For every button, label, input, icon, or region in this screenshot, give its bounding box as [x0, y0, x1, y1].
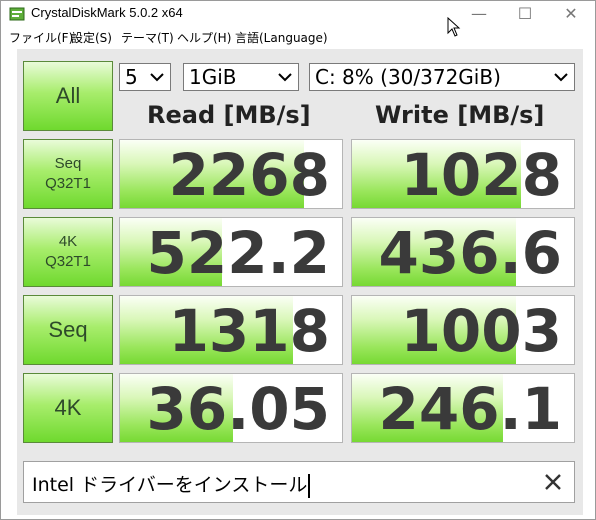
test-label-line1: Seq: [54, 155, 82, 172]
read-value: 2268: [168, 141, 330, 209]
run-all-button[interactable]: All: [23, 61, 113, 131]
menu-bar: ファイル(F) 設定(S) テーマ(T) ヘルプ(H) 言語(Language): [1, 27, 595, 47]
title-bar[interactable]: CrystalDiskMark 5.0.2 x64 — ☐ ✕: [1, 1, 595, 27]
read-value: 1318: [168, 297, 330, 365]
test-seq-q32t1-button[interactable]: Seq Q32T1: [23, 139, 113, 209]
test-label-line1: Seq: [48, 317, 88, 342]
comment-text-wrap: Intel ドライバーをインストール: [32, 470, 311, 498]
menu-language[interactable]: 言語(Language): [235, 29, 328, 46]
write-result-4k: 246.1: [351, 373, 575, 443]
size-value: 1GiB: [189, 65, 237, 89]
maximize-button[interactable]: ☐: [503, 1, 547, 27]
chevron-down-icon: [278, 73, 292, 82]
run-all-label: All: [55, 83, 81, 108]
clear-icon[interactable]: [542, 471, 564, 493]
read-value: 522.2: [146, 219, 330, 287]
chevron-down-icon: [150, 73, 164, 82]
test-4k-q32t1-button[interactable]: 4K Q32T1: [23, 217, 113, 287]
chevron-down-icon: [554, 73, 568, 82]
read-result-4k: 36.05: [119, 373, 343, 443]
app-icon: [9, 7, 25, 21]
drive-select[interactable]: C: 8% (30/372GiB): [309, 63, 575, 91]
benchmark-panel: All 5 1GiB C: 8% (30/372GiB) Read [MB/s]…: [17, 49, 583, 515]
minimize-button[interactable]: —: [457, 1, 501, 27]
write-result-4k-q32t1: 436.6: [351, 217, 575, 287]
read-result-seq-q32t1: 2268: [119, 139, 343, 209]
test-4k-button[interactable]: 4K: [23, 373, 113, 443]
close-button[interactable]: ✕: [549, 1, 593, 27]
write-value: 1003: [400, 297, 562, 365]
write-result-seq: 1003: [351, 295, 575, 365]
write-value: 246.1: [378, 375, 562, 443]
test-label-line2: Q32T1: [45, 175, 91, 192]
read-value: 36.05: [146, 375, 330, 443]
count-value: 5: [125, 65, 138, 89]
text-caret: [308, 473, 311, 498]
test-seq-button[interactable]: Seq: [23, 295, 113, 365]
read-header: Read [MB/s]: [147, 101, 311, 129]
write-result-seq-q32t1: 1028: [351, 139, 575, 209]
test-label-line2: Q32T1: [45, 253, 91, 270]
count-select[interactable]: 5: [119, 63, 171, 91]
mouse-cursor-icon: [447, 17, 461, 37]
window-title: CrystalDiskMark 5.0.2 x64: [31, 5, 183, 20]
menu-settings[interactable]: 設定(S): [71, 29, 112, 46]
comment-input[interactable]: Intel ドライバーをインストール: [23, 461, 575, 503]
read-result-4k-q32t1: 522.2: [119, 217, 343, 287]
size-select[interactable]: 1GiB: [183, 63, 299, 91]
write-header: Write [MB/s]: [375, 101, 545, 129]
read-result-seq: 1318: [119, 295, 343, 365]
drive-value: C: 8% (30/372GiB): [315, 65, 501, 89]
app-window: CrystalDiskMark 5.0.2 x64 — ☐ ✕ ファイル(F) …: [0, 0, 596, 520]
menu-file[interactable]: ファイル(F): [9, 29, 73, 46]
menu-theme[interactable]: テーマ(T): [121, 29, 174, 46]
test-label-line1: 4K: [54, 395, 82, 420]
test-label-line1: 4K: [58, 233, 78, 250]
menu-help[interactable]: ヘルプ(H): [177, 29, 231, 46]
comment-text: Intel ドライバーをインストール: [32, 474, 308, 496]
write-value: 1028: [400, 141, 562, 209]
write-value: 436.6: [378, 219, 562, 287]
